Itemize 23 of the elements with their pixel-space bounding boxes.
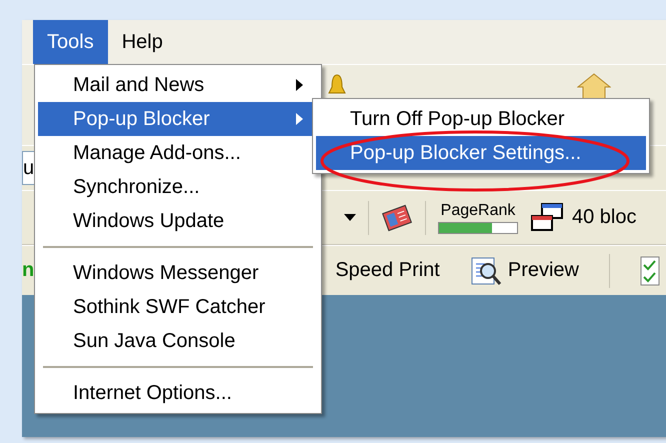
menu-item[interactable]: Sothink SWF Catcher (38, 290, 318, 324)
menu-item[interactable]: Pop-up Blocker Settings... (316, 136, 646, 170)
toolbar-text: n (22, 259, 34, 282)
toolbar-button[interactable]: Speed Print (335, 259, 440, 282)
menu-item[interactable]: Windows Update (38, 204, 318, 238)
menu-item[interactable]: Windows Messenger (38, 256, 318, 290)
checklist-icon[interactable] (640, 254, 660, 286)
menu-item[interactable]: Sun Java Console (38, 324, 318, 358)
menu-item[interactable]: Synchronize... (38, 170, 318, 204)
toolbar-button[interactable]: Preview (508, 259, 579, 282)
menu-bar-item[interactable]: Tools (33, 20, 108, 64)
submenu-arrow-icon (296, 79, 304, 91)
dropdown-caret-icon[interactable] (344, 214, 356, 222)
submenu-arrow-icon (296, 113, 304, 125)
blocked-count[interactable]: 40 bloc (572, 206, 636, 229)
pagerank-label: PageRank (440, 202, 516, 220)
menu-bar-item[interactable]: Help (108, 20, 177, 64)
menu-item[interactable]: Turn Off Pop-up Blocker (316, 102, 646, 136)
magnifier-icon[interactable] (470, 254, 502, 286)
house-icon[interactable] (577, 73, 611, 99)
menu-item[interactable]: Internet Options... (38, 376, 318, 410)
menu-item[interactable]: Mail and News (38, 68, 318, 102)
windows-stack-icon[interactable] (530, 202, 564, 234)
